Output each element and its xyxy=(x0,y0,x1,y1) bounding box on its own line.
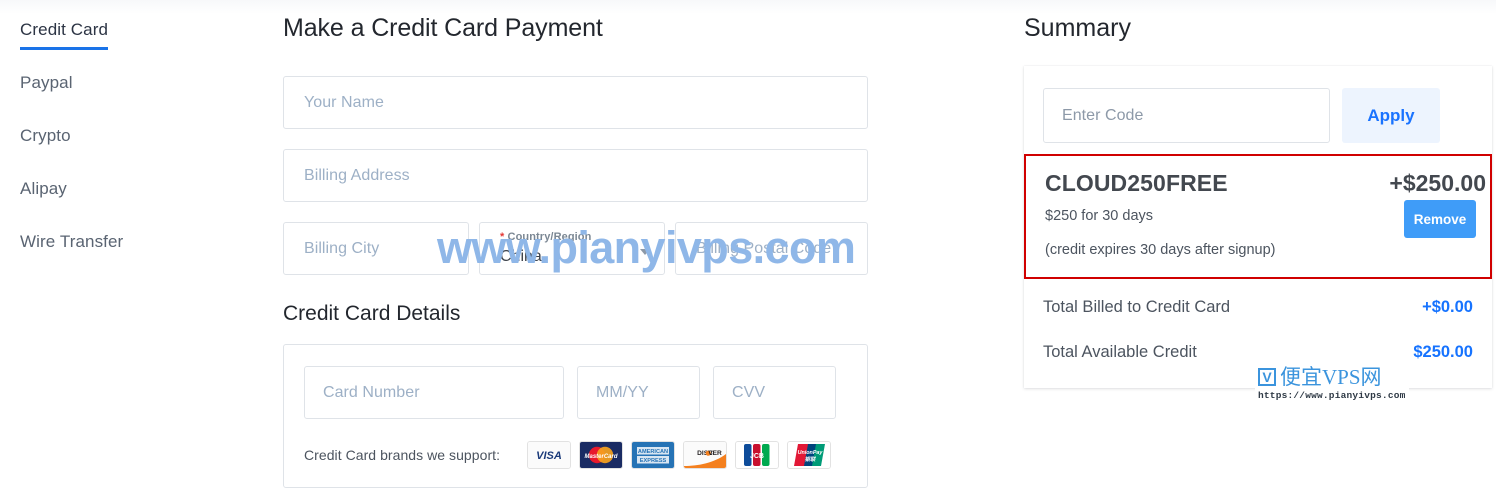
sidebar-item-wire-transfer[interactable]: Wire Transfer xyxy=(0,232,250,285)
svg-text:EXPRESS: EXPRESS xyxy=(640,458,667,464)
country-select-value: China xyxy=(500,248,542,265)
sidebar-item-label: Wire Transfer xyxy=(20,232,124,251)
sidebar-item-paypal[interactable]: Paypal xyxy=(0,73,250,126)
promo-code-value: CLOUD250FREE xyxy=(1045,170,1228,196)
sidebar-item-alipay[interactable]: Alipay xyxy=(0,179,250,232)
total-billed-row: Total Billed to Credit Card +$0.00 xyxy=(1043,298,1473,317)
name-input[interactable]: Your Name xyxy=(283,76,868,129)
total-available-row: Total Available Credit $250.00 xyxy=(1043,343,1473,362)
promo-description: $250 for 30 days xyxy=(1045,208,1154,224)
promo-code-input[interactable]: Enter Code xyxy=(1043,88,1330,143)
payment-page: Credit Card Paypal Crypto Alipay Wire Tr… xyxy=(0,0,1496,501)
summary-panel: Summary Enter Code Apply CLOUD250FREE +$… xyxy=(1023,0,1496,501)
credit-card-details-box: Card Number MM/YY CVV Credit Card brands… xyxy=(283,344,868,488)
country-region-select[interactable]: * Country/Region China xyxy=(479,222,665,275)
credit-card-form: Make a Credit Card Payment Your Name Bil… xyxy=(283,0,883,501)
card-cvv-input[interactable]: CVV xyxy=(713,366,836,419)
sidebar-item-label: Alipay xyxy=(20,179,67,198)
page-title: Make a Credit Card Payment xyxy=(283,14,603,42)
svg-text:银联: 银联 xyxy=(805,456,817,463)
discover-logo: DISC VER xyxy=(683,441,728,469)
sidebar-item-label: Credit Card xyxy=(20,20,109,50)
chevron-down-icon xyxy=(640,249,650,255)
total-billed-label: Total Billed to Credit Card xyxy=(1043,298,1231,316)
billing-city-input[interactable]: Billing City xyxy=(283,222,469,275)
card-number-input[interactable]: Card Number xyxy=(304,366,564,419)
amex-logo: AMERICAN EXPRESS xyxy=(631,441,676,469)
total-billed-value: +$0.00 xyxy=(1422,298,1473,316)
card-cvv-placeholder: CVV xyxy=(732,383,766,401)
summary-card: Enter Code Apply CLOUD250FREE +$250.00 $… xyxy=(1024,66,1492,388)
sidebar-item-label: Paypal xyxy=(20,73,73,92)
required-asterisk: * xyxy=(500,231,505,243)
svg-text:UnionPay: UnionPay xyxy=(798,450,824,456)
supported-brands-row: Credit Card brands we support: VISA Mast… xyxy=(304,441,839,469)
sidebar-item-credit-card[interactable]: Credit Card xyxy=(0,20,250,73)
total-available-label: Total Available Credit xyxy=(1043,343,1197,361)
payment-method-sidebar: Credit Card Paypal Crypto Alipay Wire Tr… xyxy=(0,0,250,501)
mastercard-logo: MasterCard xyxy=(579,441,624,469)
address-placeholder: Billing Address xyxy=(304,166,410,184)
remove-promo-button[interactable]: Remove xyxy=(1404,200,1476,238)
visa-logo: VISA xyxy=(527,441,572,469)
card-expiry-input[interactable]: MM/YY xyxy=(577,366,700,419)
postal-placeholder: Billing Postal Code xyxy=(696,239,832,257)
brands-label: Credit Card brands we support: xyxy=(304,447,501,463)
svg-text:MasterCard: MasterCard xyxy=(585,454,618,460)
billing-postal-code-input[interactable]: Billing Postal Code xyxy=(675,222,868,275)
svg-text:AMERICAN: AMERICAN xyxy=(638,449,668,455)
card-input-row: Card Number MM/YY CVV xyxy=(304,366,836,419)
svg-text:VER: VER xyxy=(708,450,722,457)
billing-address-input[interactable]: Billing Address xyxy=(283,149,868,202)
applied-promo-box: CLOUD250FREE +$250.00 $250 for 30 days (… xyxy=(1024,154,1492,279)
sidebar-item-crypto[interactable]: Crypto xyxy=(0,126,250,179)
promo-expiry-note: (credit expires 30 days after signup) xyxy=(1045,242,1276,258)
country-select-label: * Country/Region xyxy=(500,230,644,244)
sidebar-item-label: Crypto xyxy=(20,126,71,145)
promo-code-row: Enter Code Apply xyxy=(1043,88,1440,143)
name-placeholder: Your Name xyxy=(304,93,384,111)
section-title-card-details: Credit Card Details xyxy=(283,302,461,325)
unionpay-logo: UnionPay 银联 xyxy=(787,441,832,469)
card-expiry-placeholder: MM/YY xyxy=(596,383,649,401)
card-number-placeholder: Card Number xyxy=(323,383,420,401)
city-placeholder: Billing City xyxy=(304,239,380,257)
total-available-value: $250.00 xyxy=(1413,343,1473,361)
promo-code-placeholder: Enter Code xyxy=(1062,106,1144,124)
svg-text:VISA: VISA xyxy=(536,450,562,462)
summary-title: Summary xyxy=(1024,14,1131,42)
country-label-text: Country/Region xyxy=(507,231,592,243)
promo-amount-value: +$250.00 xyxy=(1389,170,1486,196)
svg-text:JCB: JCB xyxy=(750,453,764,460)
jcb-logo: JCB xyxy=(735,441,780,469)
apply-button[interactable]: Apply xyxy=(1342,88,1440,143)
